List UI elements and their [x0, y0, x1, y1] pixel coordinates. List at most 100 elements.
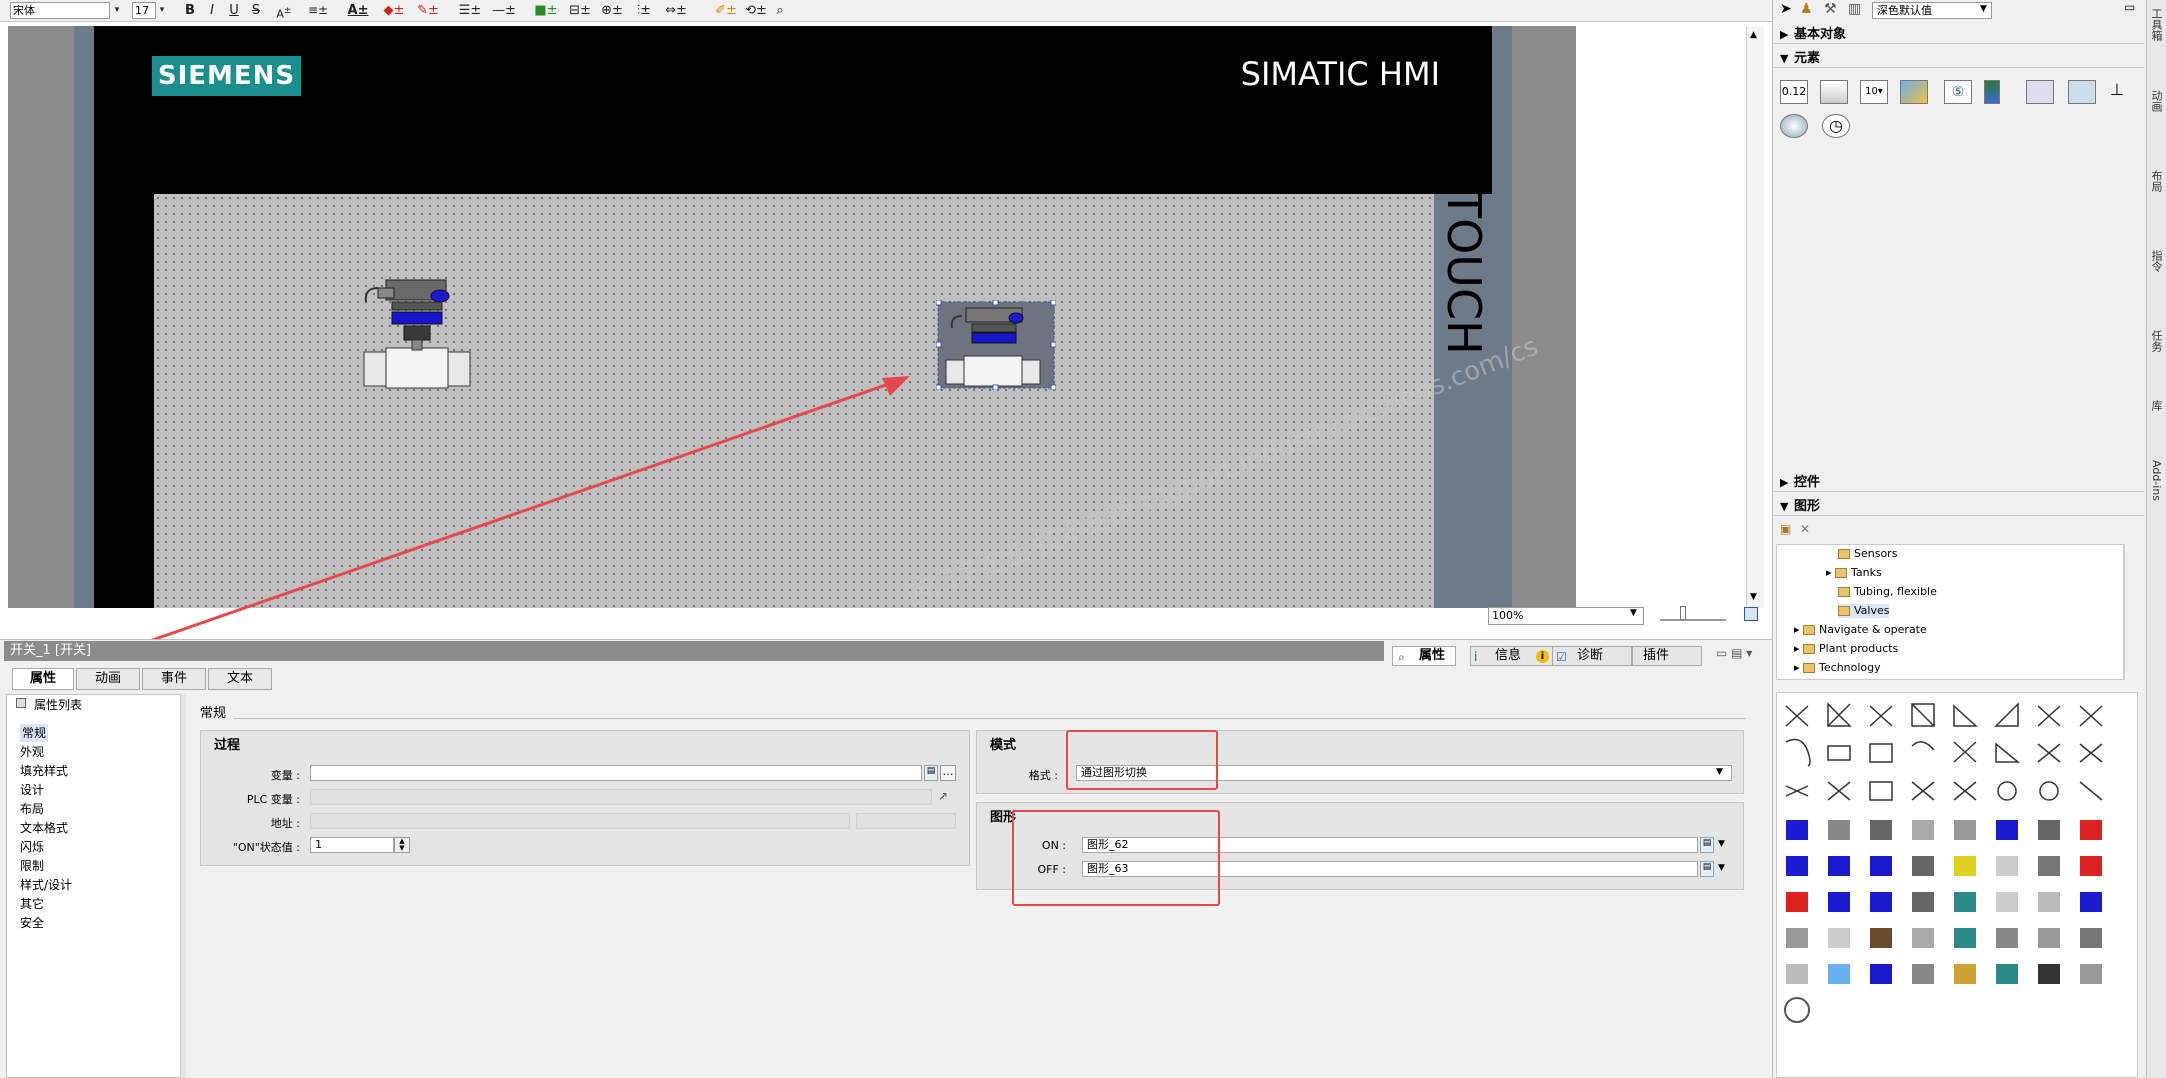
- zoom-dropdown-icon[interactable]: ▼: [1630, 608, 1637, 618]
- gauge-icon[interactable]: [1780, 114, 1808, 138]
- symbolic-io-icon[interactable]: 10▾: [1860, 80, 1888, 104]
- strikethrough-button[interactable]: S: [246, 2, 266, 19]
- align-text-icon[interactable]: ≡±: [304, 2, 332, 19]
- on-value-input[interactable]: 1: [310, 837, 394, 853]
- font-size-select[interactable]: 17: [132, 2, 156, 19]
- same-size-icon[interactable]: ⇔±: [662, 2, 690, 19]
- tree-technology[interactable]: ▸ Technology: [1794, 661, 1881, 675]
- remove-folder-icon[interactable]: ✕: [1800, 522, 1810, 536]
- underline-button[interactable]: U: [224, 2, 244, 19]
- zoom-level-select[interactable]: 100%: [1488, 607, 1644, 625]
- user-icon[interactable]: ♟: [1800, 1, 1813, 17]
- nav-misc[interactable]: 其它: [20, 895, 44, 913]
- graphic-io-icon[interactable]: [1900, 80, 1928, 104]
- plc-tag-goto-icon[interactable]: ↗: [938, 789, 948, 803]
- distribute-icon[interactable]: ⫶±: [630, 2, 658, 19]
- fit-screen-icon[interactable]: [1744, 607, 1758, 621]
- layout-icon[interactable]: ▥: [1848, 1, 1861, 17]
- off-graphic-dropdown-icon[interactable]: ▼: [1718, 863, 1725, 873]
- line-style-icon[interactable]: ☰±: [456, 2, 484, 19]
- category-basic-objects[interactable]: ▶ 基本对象: [1774, 26, 2144, 44]
- tag-input[interactable]: [310, 765, 922, 781]
- on-graphic-dropdown-icon[interactable]: ▼: [1718, 839, 1725, 849]
- align-objects-icon[interactable]: ⊟±: [566, 2, 594, 19]
- style-select[interactable]: 深色默认值: [1872, 2, 1992, 19]
- nav-general[interactable]: 常规: [20, 724, 49, 742]
- nav-fill-style[interactable]: 填充样式: [20, 762, 68, 780]
- symbol-library-icon[interactable]: [2068, 80, 2096, 104]
- add-folder-icon[interactable]: ▣: [1780, 522, 1791, 536]
- line-end-icon[interactable]: —±: [490, 2, 518, 19]
- nav-appearance[interactable]: 外观: [20, 743, 44, 761]
- nav-text-format[interactable]: 文本格式: [20, 819, 68, 837]
- line-color-icon[interactable]: ✎±: [414, 2, 442, 19]
- tools-icon[interactable]: ⚒: [1824, 1, 1837, 17]
- zoom-select-icon[interactable]: ⌕: [770, 2, 790, 19]
- clock-icon[interactable]: ◷: [1822, 114, 1850, 138]
- scroll-up-icon[interactable]: ▲: [1750, 30, 1757, 40]
- nav-security[interactable]: 安全: [20, 914, 44, 932]
- side-tab-animation[interactable]: 动画: [2148, 90, 2164, 112]
- tree-tanks[interactable]: ▸ Tanks: [1826, 566, 1882, 580]
- off-graphic-browse-icon[interactable]: ▤: [1700, 861, 1714, 877]
- font-family-dropdown-icon[interactable]: ▾: [110, 2, 124, 19]
- nav-splitter[interactable]: [180, 694, 186, 1078]
- scroll-down-icon[interactable]: ▼: [1750, 592, 1757, 602]
- switch-icon[interactable]: [2026, 80, 2054, 104]
- zoom-slider-thumb[interactable]: [1680, 606, 1686, 620]
- tab-texts[interactable]: 文本: [208, 668, 272, 690]
- tab-events[interactable]: 事件: [142, 668, 206, 690]
- rotate-icon[interactable]: ⟲±: [742, 2, 770, 19]
- window-controls-icon[interactable]: ▭ ▤ ▾: [1716, 646, 1752, 660]
- pointer-icon[interactable]: ➤: [1780, 1, 1792, 17]
- date-time-icon[interactable]: ⑤: [1944, 80, 1972, 104]
- superscript-icon[interactable]: A±: [270, 2, 298, 21]
- nav-style-design[interactable]: 样式/设计: [20, 876, 72, 894]
- center-objects-icon[interactable]: ⊕±: [598, 2, 626, 19]
- tag-more-button[interactable]: …: [940, 765, 956, 781]
- category-elements[interactable]: ▼ 元素: [1774, 50, 2144, 68]
- canvas-vertical-scrollbar[interactable]: [1746, 26, 1764, 608]
- tree-tubing[interactable]: Tubing, flexible: [1838, 585, 1937, 599]
- format-painter-icon[interactable]: ✐±: [712, 2, 740, 19]
- style-dropdown-icon[interactable]: ▼: [1980, 4, 1987, 14]
- fill-color-icon[interactable]: ◆±: [380, 2, 408, 19]
- switch-object-selected[interactable]: [936, 300, 1056, 390]
- nav-layout[interactable]: 布局: [20, 800, 44, 818]
- tree-navigate-operate[interactable]: ▸ Navigate & operate: [1794, 623, 1927, 637]
- category-controls[interactable]: ▶ 控件: [1774, 474, 2144, 492]
- text-color-icon[interactable]: A±: [344, 2, 372, 19]
- tree-sensors[interactable]: Sensors: [1838, 547, 1897, 561]
- side-tab-toolbox[interactable]: 工具箱: [2148, 8, 2164, 41]
- tree-plant-products[interactable]: ▸ Plant products: [1794, 642, 1898, 656]
- nav-design[interactable]: 设计: [20, 781, 44, 799]
- tree-valves[interactable]: Valves: [1838, 604, 1890, 618]
- tree-scrollbar[interactable]: [2124, 544, 2138, 680]
- tab-properties[interactable]: 属性: [12, 668, 74, 690]
- io-field-icon[interactable]: 0.12: [1780, 80, 1808, 104]
- bold-button[interactable]: B: [180, 2, 200, 19]
- side-tab-addins[interactable]: Add-ins: [2148, 460, 2164, 501]
- inspector-tab-addins[interactable]: 插件: [1632, 646, 1702, 666]
- on-graphic-browse-icon[interactable]: ▤: [1700, 837, 1714, 853]
- bar-icon[interactable]: [1984, 80, 2000, 104]
- category-graphics[interactable]: ▼ 图形: [1774, 498, 2144, 516]
- nav-limits[interactable]: 限制: [20, 857, 44, 875]
- tab-animation[interactable]: 动画: [76, 668, 140, 690]
- layer-front-icon[interactable]: ■±: [532, 2, 560, 19]
- format-dropdown-icon[interactable]: ▼: [1716, 767, 1723, 777]
- nav-flashing[interactable]: 闪烁: [20, 838, 44, 856]
- font-family-select[interactable]: 宋体: [10, 2, 110, 19]
- slider-icon[interactable]: ⊥: [2110, 80, 2138, 104]
- valve-symbols-grid[interactable]: [1778, 696, 2134, 1026]
- button-icon[interactable]: [1820, 80, 1848, 104]
- side-tab-layout[interactable]: 布局: [2148, 170, 2164, 192]
- side-tab-libraries[interactable]: 库: [2148, 400, 2164, 411]
- panel-window-icon[interactable]: ▭: [2124, 0, 2135, 14]
- zoom-slider[interactable]: [1660, 611, 1726, 621]
- italic-button[interactable]: I: [202, 2, 222, 19]
- side-tab-instructions[interactable]: 指令: [2148, 250, 2164, 272]
- font-size-dropdown-icon[interactable]: ▾: [155, 2, 169, 19]
- tag-browse-icon[interactable]: ▤: [924, 765, 938, 781]
- side-tab-tasks[interactable]: 任务: [2148, 330, 2164, 352]
